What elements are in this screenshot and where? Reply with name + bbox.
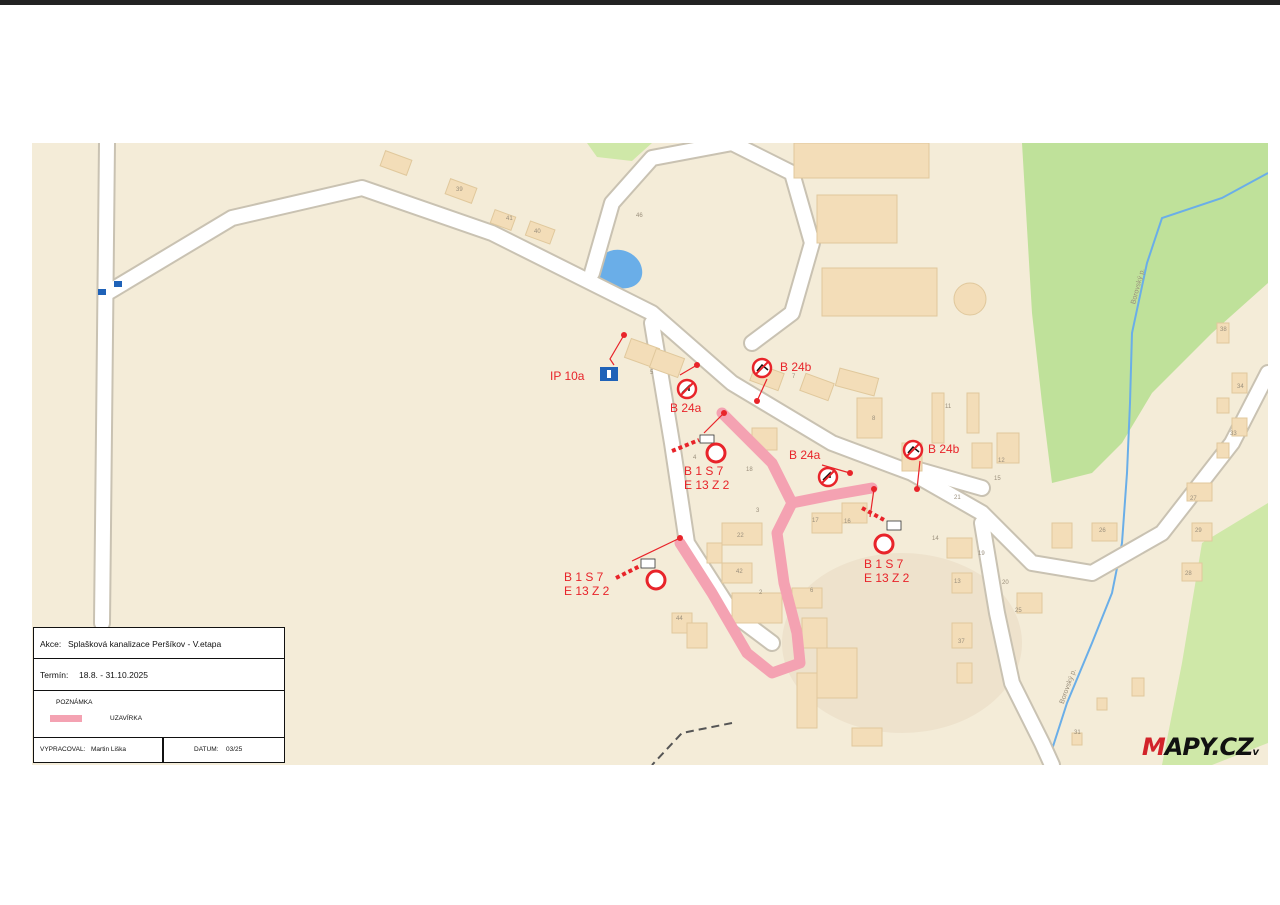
legend-box: Akce: Splašková kanalizace Peršíkov - V.… <box>33 627 285 763</box>
house-number: 16 <box>844 519 851 525</box>
house-number: 22 <box>737 533 744 539</box>
house-number: 33 <box>1230 431 1237 437</box>
house-number: 18 <box>746 467 753 473</box>
house-number: 28 <box>1185 571 1192 577</box>
datum-label: DATUM: <box>194 746 219 753</box>
legend-row-footer: VYPRACOVAL: Martin Liška DATUM: 03/25 <box>34 738 284 762</box>
house-number: 29 <box>1195 528 1202 534</box>
house-number: 3 <box>756 508 760 514</box>
house-number: 41 <box>506 216 513 222</box>
uzavirka-label: UZAVÍRKA <box>110 715 143 722</box>
house-number: 12 <box>998 458 1005 464</box>
house-number: 20 <box>1002 580 1009 586</box>
house-number: 8 <box>872 416 876 422</box>
house-number: 38 <box>1220 327 1227 333</box>
house-number: 6 <box>810 588 814 594</box>
closure-swatch <box>50 715 82 722</box>
scan-top-edge <box>0 0 1280 5</box>
house-number: 37 <box>958 639 965 645</box>
sign-label-b24b-2: B 24b <box>928 442 960 456</box>
poznamka-label: POZNÁMKA <box>56 699 93 706</box>
akce-label: Akce: <box>40 639 62 649</box>
house-number: 14 <box>932 536 939 542</box>
akce-value: Splašková kanalizace Peršíkov - V.etapa <box>68 639 222 649</box>
sign-label-ip10a: IP 10a <box>550 369 585 383</box>
house-number: 42 <box>736 569 743 575</box>
datum-value: 03/25 <box>226 746 243 753</box>
house-number: 7 <box>792 374 796 380</box>
sign-group-label: B 1 S 7 <box>684 464 724 478</box>
no-turn-left-sign-icon <box>676 378 698 400</box>
vypracoval-label: VYPRACOVAL: <box>40 746 86 753</box>
house-number: 26 <box>1099 528 1106 534</box>
legend-row-poznamka: POZNÁMKA UZAVÍRKA <box>34 691 284 738</box>
no-turn-left-sign-icon <box>817 466 839 488</box>
no-entry-sign-icon <box>645 569 667 591</box>
info-sign-icon <box>600 367 618 381</box>
house-number: 4 <box>693 455 697 461</box>
meadow-area <box>1162 503 1268 765</box>
house-number: 39 <box>456 187 463 193</box>
sign-label-b24b-1: B 24b <box>780 360 812 374</box>
house-number: 13 <box>954 579 961 585</box>
sign-label-b24a-1: B 24a <box>670 401 702 415</box>
house-number: 31 <box>1074 730 1081 736</box>
house-number: 2 <box>759 590 763 596</box>
house-number: 44 <box>676 616 683 622</box>
no-turn-left-sign-icon <box>902 439 924 461</box>
house-number: 19 <box>978 551 985 557</box>
sign-group-label: E 13 Z 2 <box>564 584 610 598</box>
legend-row-termin: Termín: 18.8. - 31.10.2025 <box>34 659 284 691</box>
house-number: 40 <box>534 229 541 235</box>
path-track <box>651 722 733 765</box>
no-entry-sign-icon <box>873 533 895 555</box>
barrier-icon <box>861 506 902 531</box>
house-number: 27 <box>1190 496 1197 502</box>
house-number: 17 <box>812 518 819 524</box>
vypracoval-value: Martin Liška <box>91 746 127 753</box>
legend-row-akce: Akce: Splašková kanalizace Peršíkov - V.… <box>34 628 284 659</box>
sign-group-label: B 1 S 7 <box>864 557 904 571</box>
house-number: 25 <box>1015 608 1022 614</box>
termin-label: Termín: <box>40 670 69 680</box>
house-number: 11 <box>945 404 952 410</box>
sign-group-label: E 13 Z 2 <box>684 478 730 492</box>
house-number: 21 <box>954 495 961 501</box>
house-number: 5 <box>650 370 654 376</box>
mapy-cz-logo: MAPY.CZv <box>1141 733 1259 761</box>
termin-value: 18.8. - 31.10.2025 <box>79 670 149 680</box>
house-number: 34 <box>1237 384 1244 390</box>
legend-divider <box>162 738 164 762</box>
sign-group-label: B 1 S 7 <box>564 570 604 584</box>
house-number: 15 <box>994 476 1001 482</box>
no-turn-left-sign-icon <box>751 357 773 379</box>
house-number: 46 <box>636 213 643 219</box>
sign-label-b24a-2: B 24a <box>789 448 821 462</box>
sign-group-label: E 13 Z 2 <box>864 571 910 585</box>
no-entry-sign-icon <box>705 442 727 464</box>
